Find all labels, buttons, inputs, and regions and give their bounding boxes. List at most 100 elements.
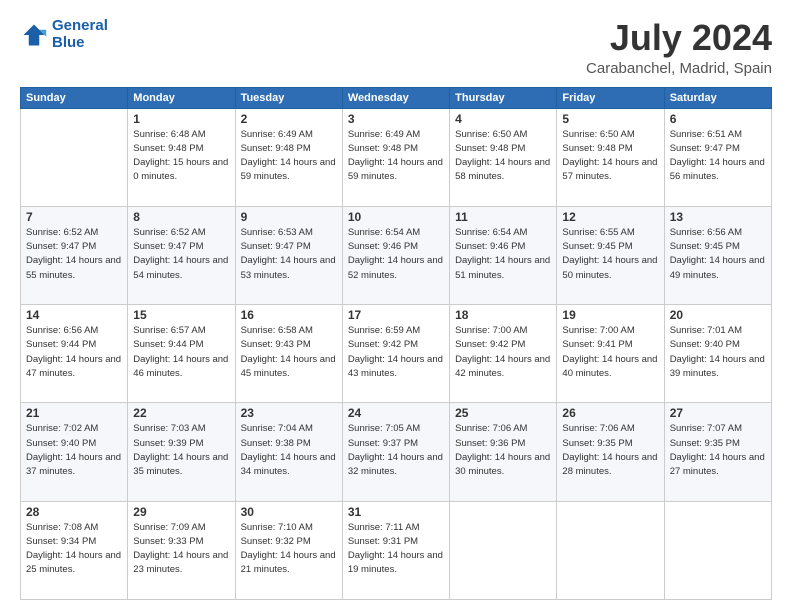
day-info: Sunrise: 7:04 AMSunset: 9:38 PMDaylight:… bbox=[241, 422, 337, 479]
day-info: Sunrise: 7:00 AMSunset: 9:42 PMDaylight:… bbox=[455, 324, 551, 381]
day-number: 18 bbox=[455, 308, 551, 322]
weekday-header-thursday: Thursday bbox=[450, 87, 557, 108]
day-number: 17 bbox=[348, 308, 444, 322]
day-info: Sunrise: 7:10 AMSunset: 9:32 PMDaylight:… bbox=[241, 521, 337, 578]
day-number: 29 bbox=[133, 505, 229, 519]
calendar-cell: 31 Sunrise: 7:11 AMSunset: 9:31 PMDayligh… bbox=[342, 501, 449, 599]
week-row-5: 28 Sunrise: 7:08 AMSunset: 9:34 PMDayligh… bbox=[21, 501, 772, 599]
day-info: Sunrise: 7:01 AMSunset: 9:40 PMDaylight:… bbox=[670, 324, 766, 381]
day-info: Sunrise: 6:59 AMSunset: 9:42 PMDaylight:… bbox=[348, 324, 444, 381]
day-number: 25 bbox=[455, 406, 551, 420]
day-number: 24 bbox=[348, 406, 444, 420]
day-number: 10 bbox=[348, 210, 444, 224]
day-info: Sunrise: 7:11 AMSunset: 9:31 PMDaylight:… bbox=[348, 521, 444, 578]
day-info: Sunrise: 7:08 AMSunset: 9:34 PMDaylight:… bbox=[26, 521, 122, 578]
day-info: Sunrise: 6:56 AMSunset: 9:44 PMDaylight:… bbox=[26, 324, 122, 381]
day-info: Sunrise: 7:02 AMSunset: 9:40 PMDaylight:… bbox=[26, 422, 122, 479]
day-number: 4 bbox=[455, 112, 551, 126]
day-number: 21 bbox=[26, 406, 122, 420]
calendar-cell: 28 Sunrise: 7:08 AMSunset: 9:34 PMDayligh… bbox=[21, 501, 128, 599]
day-number: 12 bbox=[562, 210, 658, 224]
day-number: 7 bbox=[26, 210, 122, 224]
weekday-header-row: SundayMondayTuesdayWednesdayThursdayFrid… bbox=[21, 87, 772, 108]
calendar-cell: 27 Sunrise: 7:07 AMSunset: 9:35 PMDayligh… bbox=[664, 403, 771, 501]
day-number: 26 bbox=[562, 406, 658, 420]
day-number: 23 bbox=[241, 406, 337, 420]
weekday-header-friday: Friday bbox=[557, 87, 664, 108]
week-row-2: 7 Sunrise: 6:52 AMSunset: 9:47 PMDaylight… bbox=[21, 206, 772, 304]
day-info: Sunrise: 6:48 AMSunset: 9:48 PMDaylight:… bbox=[133, 128, 229, 185]
day-number: 20 bbox=[670, 308, 766, 322]
calendar-cell: 2 Sunrise: 6:49 AMSunset: 9:48 PMDaylight… bbox=[235, 108, 342, 206]
calendar-cell: 9 Sunrise: 6:53 AMSunset: 9:47 PMDaylight… bbox=[235, 206, 342, 304]
calendar-cell: 24 Sunrise: 7:05 AMSunset: 9:37 PMDayligh… bbox=[342, 403, 449, 501]
day-number: 22 bbox=[133, 406, 229, 420]
calendar-cell: 10Sunrise: 6:54 AMSunset: 9:46 PMDayligh… bbox=[342, 206, 449, 304]
day-info: Sunrise: 6:52 AMSunset: 9:47 PMDaylight:… bbox=[133, 226, 229, 283]
calendar-cell: 4 Sunrise: 6:50 AMSunset: 9:48 PMDaylight… bbox=[450, 108, 557, 206]
day-info: Sunrise: 7:09 AMSunset: 9:33 PMDaylight:… bbox=[133, 521, 229, 578]
day-info: Sunrise: 6:50 AMSunset: 9:48 PMDaylight:… bbox=[562, 128, 658, 185]
day-number: 31 bbox=[348, 505, 444, 519]
day-number: 8 bbox=[133, 210, 229, 224]
day-number: 30 bbox=[241, 505, 337, 519]
calendar-cell: 15 Sunrise: 6:57 AMSunset: 9:44 PMDayligh… bbox=[128, 305, 235, 403]
day-number: 14 bbox=[26, 308, 122, 322]
day-number: 5 bbox=[562, 112, 658, 126]
calendar-cell: 3Sunrise: 6:49 AMSunset: 9:48 PMDaylight… bbox=[342, 108, 449, 206]
header: General Blue July 2024 Carabanchel, Madr… bbox=[20, 18, 772, 77]
title-block: July 2024 Carabanchel, Madrid, Spain bbox=[586, 18, 772, 77]
calendar-cell bbox=[21, 108, 128, 206]
calendar-cell: 13Sunrise: 6:56 AMSunset: 9:45 PMDayligh… bbox=[664, 206, 771, 304]
week-row-3: 14 Sunrise: 6:56 AMSunset: 9:44 PMDayligh… bbox=[21, 305, 772, 403]
calendar-cell: 6Sunrise: 6:51 AMSunset: 9:47 PMDaylight… bbox=[664, 108, 771, 206]
calendar-cell: 16 Sunrise: 6:58 AMSunset: 9:43 PMDayligh… bbox=[235, 305, 342, 403]
weekday-header-sunday: Sunday bbox=[21, 87, 128, 108]
calendar-cell: 1Sunrise: 6:48 AMSunset: 9:48 PMDaylight… bbox=[128, 108, 235, 206]
logo: General Blue bbox=[20, 18, 108, 51]
day-info: Sunrise: 7:05 AMSunset: 9:37 PMDaylight:… bbox=[348, 422, 444, 479]
day-info: Sunrise: 7:00 AMSunset: 9:41 PMDaylight:… bbox=[562, 324, 658, 381]
day-number: 16 bbox=[241, 308, 337, 322]
day-number: 28 bbox=[26, 505, 122, 519]
day-number: 9 bbox=[241, 210, 337, 224]
month-title: July 2024 bbox=[586, 18, 772, 58]
day-info: Sunrise: 7:06 AMSunset: 9:36 PMDaylight:… bbox=[455, 422, 551, 479]
day-info: Sunrise: 6:50 AMSunset: 9:48 PMDaylight:… bbox=[455, 128, 551, 185]
day-info: Sunrise: 6:58 AMSunset: 9:43 PMDaylight:… bbox=[241, 324, 337, 381]
day-info: Sunrise: 7:06 AMSunset: 9:35 PMDaylight:… bbox=[562, 422, 658, 479]
calendar-cell: 7 Sunrise: 6:52 AMSunset: 9:47 PMDaylight… bbox=[21, 206, 128, 304]
weekday-header-monday: Monday bbox=[128, 87, 235, 108]
calendar-cell: 11Sunrise: 6:54 AMSunset: 9:46 PMDayligh… bbox=[450, 206, 557, 304]
day-info: Sunrise: 7:07 AMSunset: 9:35 PMDaylight:… bbox=[670, 422, 766, 479]
calendar-cell: 5 Sunrise: 6:50 AMSunset: 9:48 PMDaylight… bbox=[557, 108, 664, 206]
day-number: 2 bbox=[241, 112, 337, 126]
calendar-cell: 20 Sunrise: 7:01 AMSunset: 9:40 PMDayligh… bbox=[664, 305, 771, 403]
day-number: 11 bbox=[455, 210, 551, 224]
location-title: Carabanchel, Madrid, Spain bbox=[586, 60, 772, 77]
calendar-cell: 22 Sunrise: 7:03 AMSunset: 9:39 PMDayligh… bbox=[128, 403, 235, 501]
calendar-cell: 19 Sunrise: 7:00 AMSunset: 9:41 PMDayligh… bbox=[557, 305, 664, 403]
day-info: Sunrise: 6:52 AMSunset: 9:47 PMDaylight:… bbox=[26, 226, 122, 283]
calendar-cell: 25 Sunrise: 7:06 AMSunset: 9:36 PMDayligh… bbox=[450, 403, 557, 501]
day-info: Sunrise: 6:51 AMSunset: 9:47 PMDaylight:… bbox=[670, 128, 766, 185]
week-row-1: 1Sunrise: 6:48 AMSunset: 9:48 PMDaylight… bbox=[21, 108, 772, 206]
day-info: Sunrise: 6:57 AMSunset: 9:44 PMDaylight:… bbox=[133, 324, 229, 381]
day-number: 3 bbox=[348, 112, 444, 126]
day-number: 19 bbox=[562, 308, 658, 322]
logo-icon bbox=[20, 21, 48, 49]
calendar-cell: 14 Sunrise: 6:56 AMSunset: 9:44 PMDayligh… bbox=[21, 305, 128, 403]
calendar-cell: 12Sunrise: 6:55 AMSunset: 9:45 PMDayligh… bbox=[557, 206, 664, 304]
calendar-cell: 26 Sunrise: 7:06 AMSunset: 9:35 PMDayligh… bbox=[557, 403, 664, 501]
weekday-header-wednesday: Wednesday bbox=[342, 87, 449, 108]
calendar-cell: 18 Sunrise: 7:00 AMSunset: 9:42 PMDayligh… bbox=[450, 305, 557, 403]
day-info: Sunrise: 6:56 AMSunset: 9:45 PMDaylight:… bbox=[670, 226, 766, 283]
day-info: Sunrise: 7:03 AMSunset: 9:39 PMDaylight:… bbox=[133, 422, 229, 479]
calendar-cell: 23 Sunrise: 7:04 AMSunset: 9:38 PMDayligh… bbox=[235, 403, 342, 501]
day-info: Sunrise: 6:49 AMSunset: 9:48 PMDaylight:… bbox=[241, 128, 337, 185]
day-info: Sunrise: 6:53 AMSunset: 9:47 PMDaylight:… bbox=[241, 226, 337, 283]
day-number: 15 bbox=[133, 308, 229, 322]
calendar-table: SundayMondayTuesdayWednesdayThursdayFrid… bbox=[20, 87, 772, 600]
calendar-cell: 29 Sunrise: 7:09 AMSunset: 9:33 PMDayligh… bbox=[128, 501, 235, 599]
day-number: 27 bbox=[670, 406, 766, 420]
